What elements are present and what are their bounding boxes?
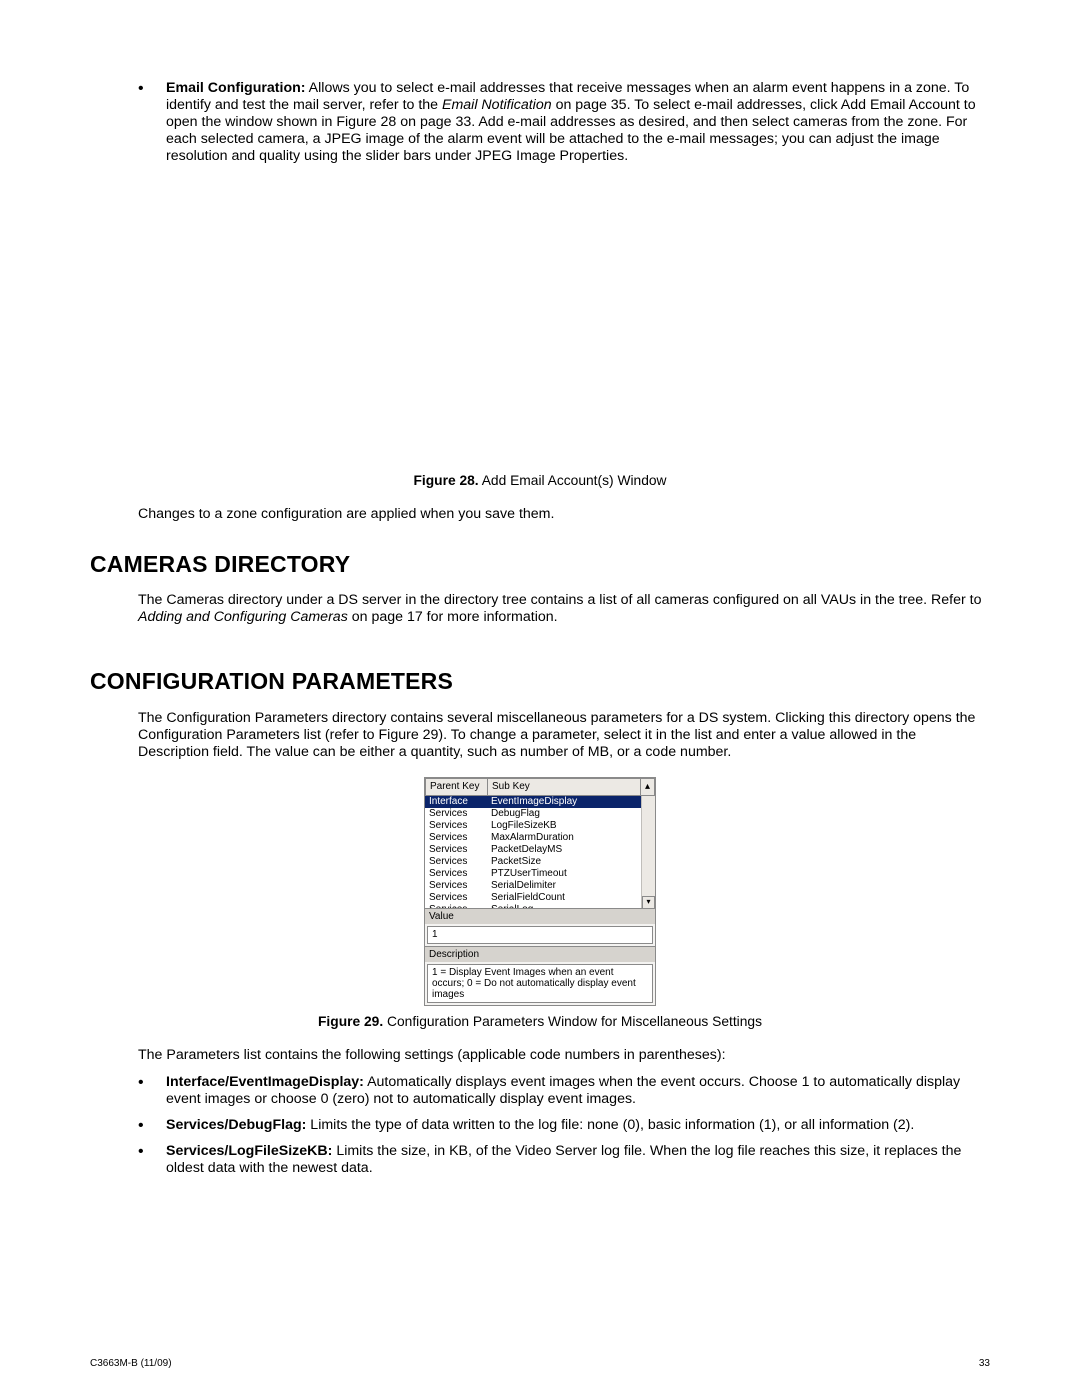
chevron-up-icon: ▴	[645, 781, 650, 792]
cell-sub-key: SerialLog	[487, 904, 655, 908]
config-params-window: Parent Key Sub Key ▴ InterfaceEventImage…	[424, 777, 656, 1006]
param-label: Interface/EventImageDisplay:	[166, 1074, 364, 1090]
bullet-icon: •	[138, 1074, 144, 1091]
table-row[interactable]: ServicesPacketSize	[425, 856, 655, 868]
cell-sub-key: MaxAlarmDuration	[487, 832, 655, 844]
table-row[interactable]: ServicesPacketDelayMS	[425, 844, 655, 856]
param-label: Services/LogFileSizeKB:	[166, 1143, 332, 1159]
param-text: Services/DebugFlag: Limits the type of d…	[166, 1117, 990, 1134]
table-row[interactable]: ServicesPTZUserTimeout	[425, 868, 655, 880]
cell-parent-key: Interface	[425, 796, 487, 808]
cameras-em: Adding and Configuring Cameras	[138, 609, 348, 625]
params-intro: The Parameters list contains the followi…	[138, 1047, 990, 1064]
cameras-text-1: The Cameras directory under a DS server …	[138, 592, 981, 608]
description-label: Description	[425, 946, 655, 962]
col-sub-key[interactable]: Sub Key	[488, 778, 641, 795]
scroll-down-button[interactable]: ▾	[642, 896, 655, 908]
param-text: Services/LogFileSizeKB: Limits the size,…	[166, 1143, 990, 1177]
cameras-heading: CAMERAS DIRECTORY	[90, 551, 990, 578]
list-item: •Services/DebugFlag: Limits the type of …	[166, 1117, 990, 1134]
col-parent-key[interactable]: Parent Key	[426, 778, 488, 795]
figure-29-label: Figure 29.	[318, 1014, 383, 1029]
figure-29-title: Configuration Parameters Window for Misc…	[383, 1014, 762, 1029]
table-row[interactable]: ServicesSerialLog	[425, 904, 655, 908]
bullet-icon: •	[138, 80, 144, 97]
value-label: Value	[425, 908, 655, 924]
cell-sub-key: LogFileSizeKB	[487, 820, 655, 832]
list-item: •Services/LogFileSizeKB: Limits the size…	[166, 1143, 990, 1177]
cell-sub-key: SerialDelimiter	[487, 880, 655, 892]
table-row[interactable]: ServicesLogFileSizeKB	[425, 820, 655, 832]
cell-sub-key: PTZUserTimeout	[487, 868, 655, 880]
table-row[interactable]: ServicesSerialDelimiter	[425, 880, 655, 892]
config-heading: CONFIGURATION PARAMETERS	[90, 668, 990, 695]
figure-28-label: Figure 28.	[413, 473, 478, 488]
param-text: Interface/EventImageDisplay: Automatical…	[166, 1074, 990, 1108]
intro-bullet-label: Email Configuration:	[166, 80, 306, 96]
param-desc: Limits the type of data written to the l…	[306, 1117, 914, 1133]
config-text: The Configuration Parameters directory c…	[138, 710, 990, 761]
cell-sub-key: EventImageDisplay	[487, 796, 655, 808]
footer-right: 33	[979, 1358, 990, 1369]
intro-bullet-text: Email Configuration: Allows you to selec…	[166, 80, 990, 165]
param-label: Services/DebugFlag:	[166, 1117, 306, 1133]
cell-sub-key: PacketSize	[487, 856, 655, 868]
table-row[interactable]: ServicesMaxAlarmDuration	[425, 832, 655, 844]
cell-parent-key: Services	[425, 892, 487, 904]
cell-sub-key: SerialFieldCount	[487, 892, 655, 904]
cell-parent-key: Services	[425, 856, 487, 868]
cameras-text: The Cameras directory under a DS server …	[138, 592, 990, 626]
table-row[interactable]: InterfaceEventImageDisplay	[425, 796, 655, 808]
cell-sub-key: DebugFlag	[487, 808, 655, 820]
cell-parent-key: Services	[425, 880, 487, 892]
cell-parent-key: Services	[425, 868, 487, 880]
changes-line: Changes to a zone configuration are appl…	[138, 506, 990, 523]
description-box: 1 = Display Event Images when an event o…	[427, 964, 653, 1003]
cell-sub-key: PacketDelayMS	[487, 844, 655, 856]
figure-28-title: Add Email Account(s) Window	[479, 473, 667, 488]
cell-parent-key: Services	[425, 904, 487, 908]
scrollbar-track[interactable]: ▾	[641, 796, 655, 908]
cell-parent-key: Services	[425, 808, 487, 820]
config-table[interactable]: Parent Key Sub Key ▴	[425, 778, 655, 796]
chevron-down-icon: ▾	[646, 898, 650, 906]
footer-left: C3663M-B (11/09)	[90, 1358, 172, 1369]
value-input[interactable]: 1	[427, 926, 653, 944]
table-row[interactable]: ServicesDebugFlag	[425, 808, 655, 820]
cameras-text-2: on page 17 for more information.	[348, 609, 558, 625]
bullet-icon: •	[138, 1143, 144, 1160]
cell-parent-key: Services	[425, 844, 487, 856]
table-row[interactable]: ServicesSerialFieldCount	[425, 892, 655, 904]
intro-em-1: Email Notification	[442, 97, 552, 113]
cell-parent-key: Services	[425, 832, 487, 844]
scroll-up-button[interactable]: ▴	[641, 778, 655, 795]
bullet-icon: •	[138, 1117, 144, 1134]
cell-parent-key: Services	[425, 820, 487, 832]
list-item: •Interface/EventImageDisplay: Automatica…	[166, 1074, 990, 1108]
